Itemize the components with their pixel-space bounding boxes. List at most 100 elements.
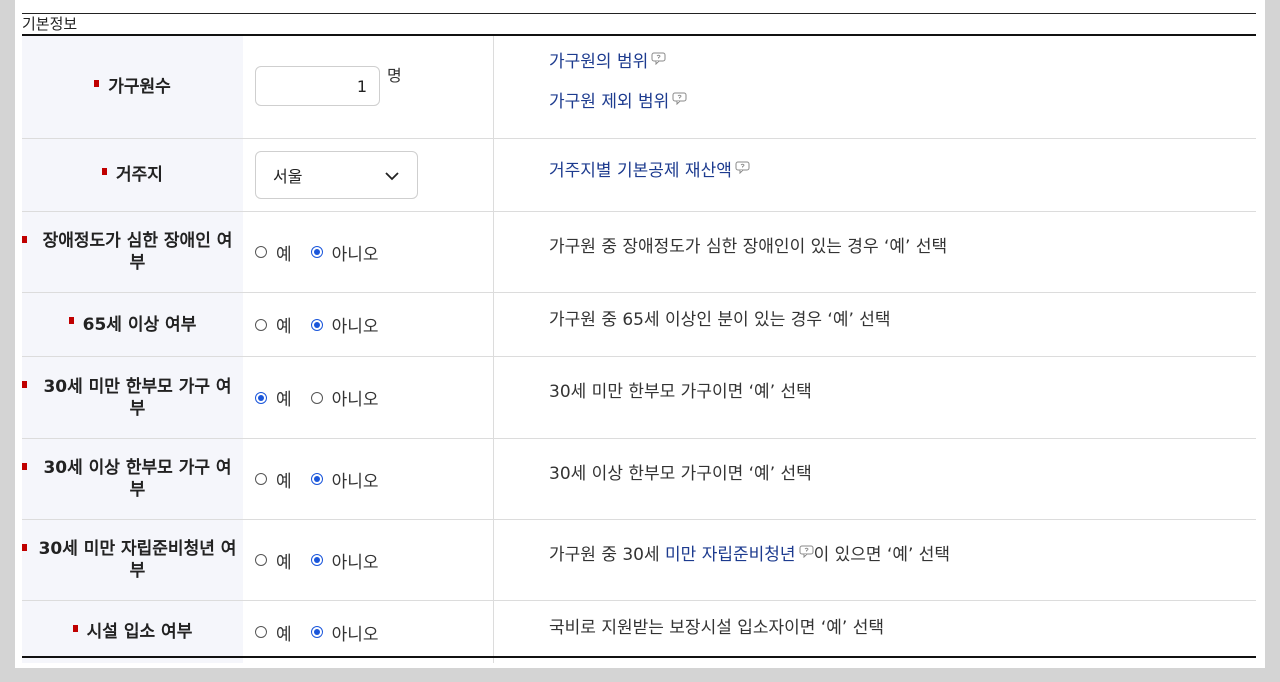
row-self-reliance-youth: 30세 미만 자립준비청년 여부 예 아니오 가구원 중 30세 미만 자립준비…	[22, 520, 1256, 601]
radio-button[interactable]	[255, 554, 267, 566]
desc-cell: 거주지별 기본공제 재산액	[494, 139, 1256, 211]
description: 30세 미만 한부모 가구이면 ‘예’ 선택	[549, 382, 812, 402]
row-household-count: 가구원수 명 가구원의 범위 가구원 제외 범위	[22, 36, 1256, 139]
link-text[interactable]: 가구원 제외 범위	[549, 92, 669, 112]
speech-bubble-help-icon[interactable]	[799, 543, 814, 563]
desc-prefix: 가구원 중 30세	[549, 545, 666, 565]
radio-label: 예	[276, 552, 292, 573]
household-count-input[interactable]	[255, 66, 380, 106]
label-cell: 시설 입소 여부	[22, 601, 243, 663]
description: 국비로 지원받는 보장시설 입소자이면 ‘예’ 선택	[549, 618, 884, 638]
input-cell: 예 아니오	[243, 293, 494, 356]
input-cell: 예 아니오	[243, 439, 494, 519]
radio-group: 예 아니오	[255, 620, 398, 645]
radio-yes[interactable]: 예	[255, 312, 292, 337]
radio-button[interactable]	[255, 391, 267, 404]
radio-button[interactable]	[310, 391, 323, 404]
radio-label: 아니오	[331, 244, 379, 265]
radio-no[interactable]: 아니오	[310, 467, 379, 492]
field-label: 장애정도가 심한 장애인 여부	[42, 231, 233, 273]
link-self-reliance-youth[interactable]: 미만 자립준비청년	[665, 545, 796, 565]
radio-group: 예 아니오	[255, 548, 398, 573]
field-label: 30세 미만 자립준비청년 여부	[38, 539, 237, 581]
speech-bubble-help-icon[interactable]	[672, 90, 687, 110]
label-cell: 65세 이상 여부	[22, 293, 243, 356]
radio-button[interactable]	[255, 318, 267, 331]
radio-yes[interactable]: 예	[255, 548, 292, 573]
radio-no[interactable]: 아니오	[310, 312, 379, 337]
radio-yes[interactable]: 예	[255, 620, 292, 645]
required-mark	[22, 381, 27, 388]
radio-label: 아니오	[331, 471, 379, 492]
label-cell: 30세 미만 자립준비청년 여부	[22, 520, 243, 600]
speech-bubble-help-icon[interactable]	[735, 159, 750, 179]
description: 가구원 중 65세 이상인 분이 있는 경우 ‘예’ 선택	[549, 310, 891, 330]
required-mark	[22, 463, 27, 470]
select-value: 서울	[273, 167, 303, 186]
desc-cell: 가구원 중 장애정도가 심한 장애인이 있는 경우 ‘예’ 선택	[494, 212, 1256, 292]
basic-info-table: 가구원수 명 가구원의 범위 가구원 제외 범위 거주지 서울	[22, 36, 1256, 663]
link-text[interactable]: 가구원의 범위	[549, 52, 648, 72]
link-household-scope[interactable]: 가구원의 범위	[549, 47, 666, 72]
field-label: 시설 입소 여부	[86, 622, 193, 642]
link-household-exclusion[interactable]: 가구원 제외 범위	[549, 87, 687, 112]
required-mark	[22, 544, 27, 551]
radio-yes[interactable]: 예	[255, 240, 292, 265]
residence-select[interactable]: 서울	[255, 151, 418, 199]
radio-group: 예 아니오	[255, 385, 398, 410]
radio-label: 아니오	[331, 317, 379, 337]
field-label: 가구원수	[108, 77, 171, 97]
radio-button[interactable]	[255, 473, 267, 485]
unit-label: 명	[387, 66, 402, 85]
row-residence: 거주지 서울 거주지별 기본공제 재산액	[22, 139, 1256, 212]
desc-cell: 가구원 중 65세 이상인 분이 있는 경우 ‘예’ 선택	[494, 293, 1256, 356]
row-facility-admission: 시설 입소 여부 예 아니오 국비로 지원받는 보장시설 입소자이면 ‘예’ 선…	[22, 601, 1256, 663]
required-mark	[68, 317, 74, 324]
label-cell: 30세 이상 한부모 가구 여부	[22, 439, 243, 519]
field-label: 30세 이상 한부모 가구 여부	[43, 458, 232, 500]
description: 가구원 중 30세 미만 자립준비청년 이 있으면 ‘예’ 선택	[549, 540, 950, 565]
input-cell: 예 아니오	[243, 357, 494, 438]
required-mark	[102, 167, 108, 175]
input-cell: 예 아니오	[243, 601, 494, 663]
radio-group: 예 아니오	[255, 467, 398, 492]
section-title: 기본정보	[22, 15, 78, 33]
radio-label: 예	[276, 317, 292, 337]
input-cell: 예 아니오	[243, 520, 494, 600]
speech-bubble-help-icon[interactable]	[651, 50, 666, 70]
radio-button[interactable]	[255, 626, 267, 638]
label-cell: 가구원수	[22, 36, 243, 138]
radio-button[interactable]	[310, 626, 323, 638]
row-single-parent-under-30: 30세 미만 한부모 가구 여부 예 아니오 30세 미만 한부모 가구이면 ‘…	[22, 357, 1256, 439]
radio-button[interactable]	[310, 554, 323, 566]
radio-button[interactable]	[310, 473, 323, 485]
radio-yes[interactable]: 예	[255, 467, 292, 492]
radio-yes[interactable]: 예	[255, 385, 292, 410]
radio-group: 예 아니오	[255, 240, 398, 265]
link-residence-deduction[interactable]: 거주지별 기본공제 재산액	[549, 156, 750, 181]
desc-cell: 가구원의 범위 가구원 제외 범위	[494, 36, 1256, 138]
desc-cell: 30세 이상 한부모 가구이면 ‘예’ 선택	[494, 439, 1256, 519]
radio-no[interactable]: 아니오	[310, 620, 379, 645]
description: 30세 이상 한부모 가구이면 ‘예’ 선택	[549, 464, 812, 484]
input-cell: 예 아니오	[243, 212, 494, 292]
radio-no[interactable]: 아니오	[310, 548, 379, 573]
required-mark	[22, 236, 27, 243]
required-mark	[72, 624, 78, 632]
chevron-down-icon	[385, 166, 399, 185]
radio-label: 아니오	[331, 624, 379, 645]
radio-button[interactable]	[255, 246, 267, 258]
label-cell: 30세 미만 한부모 가구 여부	[22, 357, 243, 438]
link-text[interactable]: 거주지별 기본공제 재산액	[549, 161, 732, 181]
radio-button[interactable]	[310, 246, 323, 258]
row-single-parent-30-plus: 30세 이상 한부모 가구 여부 예 아니오 30세 이상 한부모 가구이면 ‘…	[22, 439, 1256, 520]
description: 가구원 중 장애정도가 심한 장애인이 있는 경우 ‘예’ 선택	[549, 237, 948, 257]
radio-label: 예	[276, 244, 292, 265]
radio-no[interactable]: 아니오	[310, 240, 379, 265]
radio-no[interactable]: 아니오	[310, 385, 379, 410]
radio-button[interactable]	[310, 318, 323, 331]
input-cell: 서울	[243, 139, 494, 211]
radio-group: 예 아니오	[255, 312, 398, 337]
label-cell: 거주지	[22, 139, 243, 211]
radio-label: 예	[276, 390, 292, 410]
